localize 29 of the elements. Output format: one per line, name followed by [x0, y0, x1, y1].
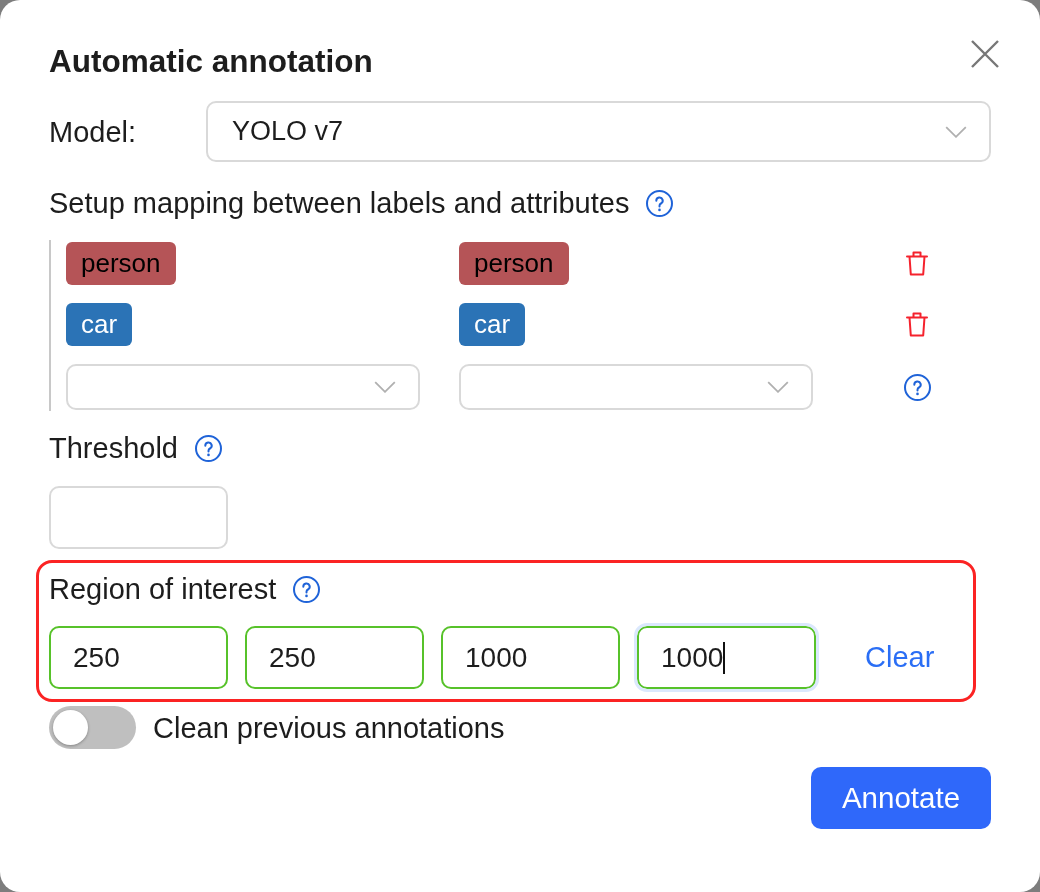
help-icon[interactable] — [194, 434, 222, 462]
chevron-down-icon — [374, 381, 396, 393]
roi-input-field[interactable]: 1000 — [634, 623, 819, 692]
label-tag: person — [66, 242, 176, 285]
chevron-down-icon — [767, 381, 789, 393]
trash-icon[interactable] — [906, 251, 928, 276]
help-icon[interactable] — [646, 189, 674, 217]
clear-link[interactable]: Clear — [865, 641, 935, 674]
chevron-down-icon — [945, 125, 967, 138]
close-icon[interactable] — [971, 40, 999, 68]
field-label: Model: — [49, 114, 138, 149]
dialog-title: Automatic annotation — [49, 42, 373, 81]
roi-input-field[interactable]: 250 — [245, 626, 424, 689]
trash-icon[interactable] — [906, 312, 928, 337]
label-tag: car — [459, 303, 526, 346]
section-title: Setup mapping between labels and attributes — [49, 186, 630, 220]
model-select[interactable]: YOLO v7 — [206, 101, 991, 162]
roi-input-field[interactable]: 250 — [49, 626, 228, 689]
label-tag: person — [459, 242, 569, 285]
help-icon[interactable] — [293, 575, 321, 603]
roi-input-field[interactable]: 1000 — [441, 626, 620, 689]
help-icon[interactable] — [903, 373, 931, 401]
toggle-switch[interactable] — [49, 706, 136, 749]
section-title: Threshold — [49, 431, 178, 465]
section-title: Region of interest — [49, 572, 277, 606]
toggle-label: Clean previous annotations — [153, 710, 505, 745]
threshold-input-field[interactable] — [49, 486, 228, 549]
label-tag: car — [66, 303, 133, 346]
annotate-button[interactable]: Annotate — [811, 767, 991, 829]
